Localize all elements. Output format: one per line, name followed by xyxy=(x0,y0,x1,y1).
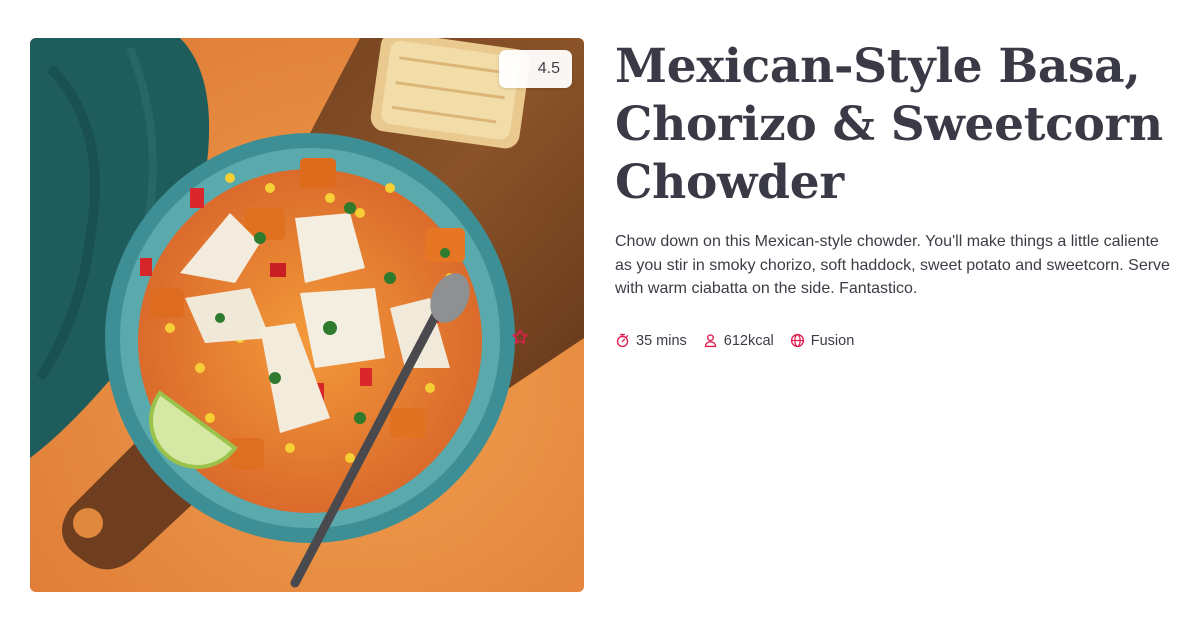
meta-calories-value: 612kcal xyxy=(723,332,774,349)
globe-icon xyxy=(790,333,805,348)
rating-value: 4.5 xyxy=(537,60,560,77)
recipe-hero-image: 4.5 xyxy=(30,38,584,592)
recipe-description: Chow down on this Mexican-style chowder.… xyxy=(615,233,1170,297)
recipe-meta: 35 mins 612kcal Fusion xyxy=(615,333,1175,349)
meta-time-value: 35 mins xyxy=(636,332,687,349)
meta-calories: 612kcal xyxy=(703,333,774,349)
meta-cuisine-value: Fusion xyxy=(810,332,855,349)
recipe-summary: Mexican-Style Basa, Chorizo & Sweetcorn … xyxy=(615,38,1175,349)
recipe-title: Mexican-Style Basa, Chorizo & Sweetcorn … xyxy=(615,39,1163,210)
person-icon xyxy=(703,333,718,348)
chowder-photo xyxy=(30,38,584,592)
rating-badge: 4.5 xyxy=(498,50,572,344)
meta-time: 35 mins xyxy=(615,333,687,349)
star-icon xyxy=(511,60,529,344)
stopwatch-icon xyxy=(615,333,630,348)
meta-cuisine: Fusion xyxy=(790,332,855,349)
